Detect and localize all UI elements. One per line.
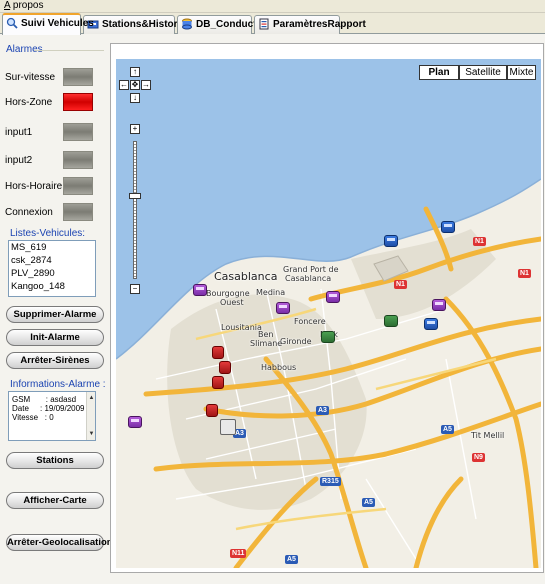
alarm-input2: input2 bbox=[5, 150, 105, 172]
vehicle-alert-car-icon[interactable] bbox=[206, 404, 218, 417]
map-view[interactable]: Plan Satellite Mixte ↑ ← ✥ → ↓ + − Casab… bbox=[116, 59, 541, 568]
vehicle-van-icon[interactable] bbox=[326, 291, 340, 303]
map-background bbox=[116, 178, 541, 568]
vehicle-truck-icon[interactable] bbox=[321, 331, 335, 343]
menu-apropos[interactable]: A propos bbox=[4, 0, 43, 12]
vehicle-van-icon[interactable] bbox=[432, 299, 446, 311]
alarm-indicator bbox=[63, 203, 93, 221]
alarm-indicator-active bbox=[63, 93, 93, 111]
afficher-carte-button[interactable]: Afficher-Carte bbox=[6, 492, 104, 509]
list-item[interactable]: csk_2874 bbox=[9, 254, 95, 267]
arreter-geolocalisation-button[interactable]: Arrêter-Geolocalisation bbox=[6, 534, 113, 551]
search-icon bbox=[6, 17, 18, 29]
alarm-indicator bbox=[63, 177, 93, 195]
road-shield: A5 bbox=[362, 498, 375, 507]
vehicle-van-icon[interactable] bbox=[276, 302, 290, 314]
vehicle-van-icon[interactable] bbox=[128, 416, 142, 428]
map-label-casablanca: Casablanca bbox=[214, 270, 278, 283]
pan-right-icon[interactable]: → bbox=[141, 80, 151, 90]
map-label-ben: Ben bbox=[258, 330, 274, 339]
group-divider bbox=[34, 50, 104, 51]
zoom-in-icon[interactable]: + bbox=[130, 124, 140, 134]
zoom-out-icon[interactable]: − bbox=[130, 284, 140, 294]
map-label-tit-mellil: Tit Mellil bbox=[471, 431, 505, 440]
map-type-mixte[interactable]: Mixte bbox=[507, 65, 536, 80]
map-type-plan[interactable]: Plan bbox=[419, 65, 459, 80]
vehicle-bus-icon[interactable] bbox=[384, 235, 398, 247]
vehicle-bus-icon[interactable] bbox=[441, 221, 455, 233]
road-shield: A3 bbox=[316, 406, 329, 415]
alarm-indicator bbox=[63, 151, 93, 169]
alarm-indicator bbox=[63, 68, 93, 86]
info-alarme-box[interactable]: GSM : asdasd Date : 19/09/2009 Vitesse :… bbox=[8, 391, 96, 441]
road-shield: A5 bbox=[285, 555, 298, 564]
vehicle-alert-car-icon[interactable] bbox=[212, 346, 224, 359]
vehicle-alert-car-icon[interactable] bbox=[212, 376, 224, 389]
info-scrollbar[interactable]: ▲ ▼ bbox=[86, 392, 95, 440]
init-alarme-button[interactable]: Init-Alarme bbox=[6, 329, 104, 346]
road-shield: N9 bbox=[472, 453, 485, 462]
tab-db-conducteurs[interactable]: DB_Conducteurs bbox=[177, 15, 278, 34]
vehicles-list[interactable]: MS_619 csk_2874 PLV_2890 Kangoo_148 bbox=[8, 240, 96, 297]
vehicle-bus-icon[interactable] bbox=[424, 318, 438, 330]
vehicle-truck-icon[interactable] bbox=[384, 315, 398, 327]
alarm-sur-vitesse: Sur-vitesse bbox=[5, 67, 105, 89]
tab-strip: Suivi Vehicules Stations&Historique DB_C… bbox=[0, 13, 545, 35]
tab-stations-historique[interactable]: Stations&Historique bbox=[83, 15, 198, 34]
info-alarme-title: Informations-Alarme : bbox=[10, 379, 106, 390]
vehicle-van-icon[interactable] bbox=[193, 284, 207, 296]
alarm-connexion: Connexion bbox=[5, 202, 105, 224]
map-label-ouest: Ouest bbox=[220, 298, 244, 307]
zoom-thumb[interactable] bbox=[129, 193, 141, 199]
road-shield: N1 bbox=[518, 269, 531, 278]
map-label-slimane: Slimane bbox=[250, 339, 283, 348]
supprimer-alarme-button[interactable]: Supprimer-Alarme bbox=[6, 306, 104, 323]
arreter-sirenes-button[interactable]: Arrêter-Sirènes bbox=[6, 352, 104, 369]
pan-down-icon[interactable]: ↓ bbox=[130, 93, 140, 103]
zoom-track bbox=[133, 141, 137, 279]
map-label-bourgogne: Bourgogne bbox=[206, 289, 250, 298]
list-item[interactable]: PLV_2890 bbox=[9, 267, 95, 280]
map-label-gironde: Gironde bbox=[280, 337, 312, 346]
vehicle-alert-car-icon[interactable] bbox=[219, 361, 231, 374]
map-label-lousitania: Lousitania bbox=[221, 323, 262, 332]
road-shield: A5 bbox=[441, 425, 454, 434]
map-label-habbous: Habbous bbox=[261, 363, 297, 372]
map-label-grand-port-2: Casablanca bbox=[285, 274, 332, 283]
scroll-up-icon[interactable]: ▲ bbox=[88, 394, 95, 402]
pan-up-icon[interactable]: ↑ bbox=[130, 67, 140, 77]
vehicles-list-title: Listes-Vehicules: bbox=[10, 228, 86, 239]
database-icon bbox=[182, 18, 192, 30]
menu-bar: A propos bbox=[0, 0, 545, 13]
map-label-foncere: Foncere bbox=[294, 317, 326, 326]
pan-center-icon[interactable]: ✥ bbox=[130, 80, 140, 90]
list-item[interactable]: MS_619 bbox=[9, 241, 95, 254]
tab-suivi-vehicules[interactable]: Suivi Vehicules bbox=[2, 13, 94, 35]
road-shield: N11 bbox=[230, 549, 247, 558]
report-icon bbox=[259, 18, 269, 30]
info-date: Date : 19/09/2009 bbox=[12, 404, 85, 413]
alarm-hors-horaire: Hors-Horaire bbox=[5, 176, 105, 198]
road-shield: N1 bbox=[473, 237, 486, 246]
tab-parametres-rapport[interactable]: ParamètresRapport bbox=[254, 15, 366, 34]
alarm-input1: input1 bbox=[5, 122, 105, 144]
map-label-medina: Medina bbox=[256, 288, 286, 297]
info-gsm: GSM : asdasd bbox=[12, 395, 77, 404]
map-label-grand-port: Grand Port de bbox=[283, 265, 339, 274]
zoom-slider[interactable] bbox=[129, 141, 141, 279]
road-shield: R315 bbox=[320, 477, 341, 486]
road-shield: N1 bbox=[394, 280, 407, 289]
map-type-satellite[interactable]: Satellite bbox=[459, 65, 507, 80]
alarm-hors-zone: Hors-Zone bbox=[5, 92, 105, 114]
scroll-down-icon[interactable]: ▼ bbox=[88, 430, 95, 438]
vehicle-photo-icon[interactable] bbox=[220, 419, 236, 435]
alarm-indicator bbox=[63, 123, 93, 141]
stations-button[interactable]: Stations bbox=[6, 452, 104, 469]
pan-left-icon[interactable]: ← bbox=[119, 80, 129, 90]
list-item[interactable]: Kangoo_148 bbox=[9, 280, 95, 293]
info-vitesse: Vitesse : 0 bbox=[12, 413, 54, 422]
left-panel: Alarmes Sur-vitesse Hors-Zone input1 inp… bbox=[0, 35, 113, 584]
